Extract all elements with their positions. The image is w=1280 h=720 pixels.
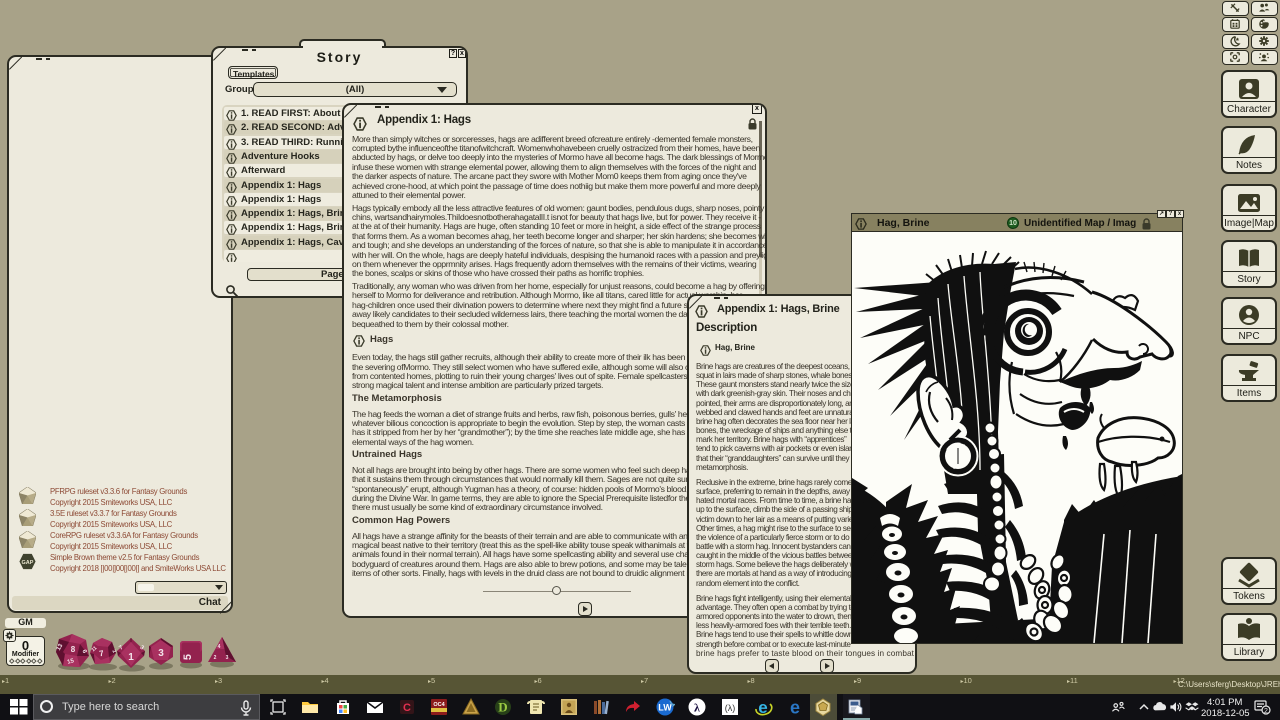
svg-text:GAP: GAP xyxy=(22,560,34,566)
svg-text:D: D xyxy=(498,700,507,715)
svg-text:1: 1 xyxy=(128,652,134,663)
svg-text:e: e xyxy=(790,698,800,718)
svg-text:4: 4 xyxy=(218,644,221,650)
svg-text:OC4: OC4 xyxy=(433,702,445,708)
svg-text:2: 2 xyxy=(214,655,217,661)
svg-text:λ: λ xyxy=(694,701,700,715)
svg-text:8: 8 xyxy=(71,645,76,654)
svg-text:LW: LW xyxy=(658,703,672,713)
svg-text:5: 5 xyxy=(182,654,194,660)
svg-text:C: C xyxy=(403,702,411,714)
svg-text:3: 3 xyxy=(226,655,229,661)
svg-text:(λ): (λ) xyxy=(725,703,736,713)
svg-text:2: 2 xyxy=(1264,708,1268,715)
svg-text:3: 3 xyxy=(158,648,164,659)
